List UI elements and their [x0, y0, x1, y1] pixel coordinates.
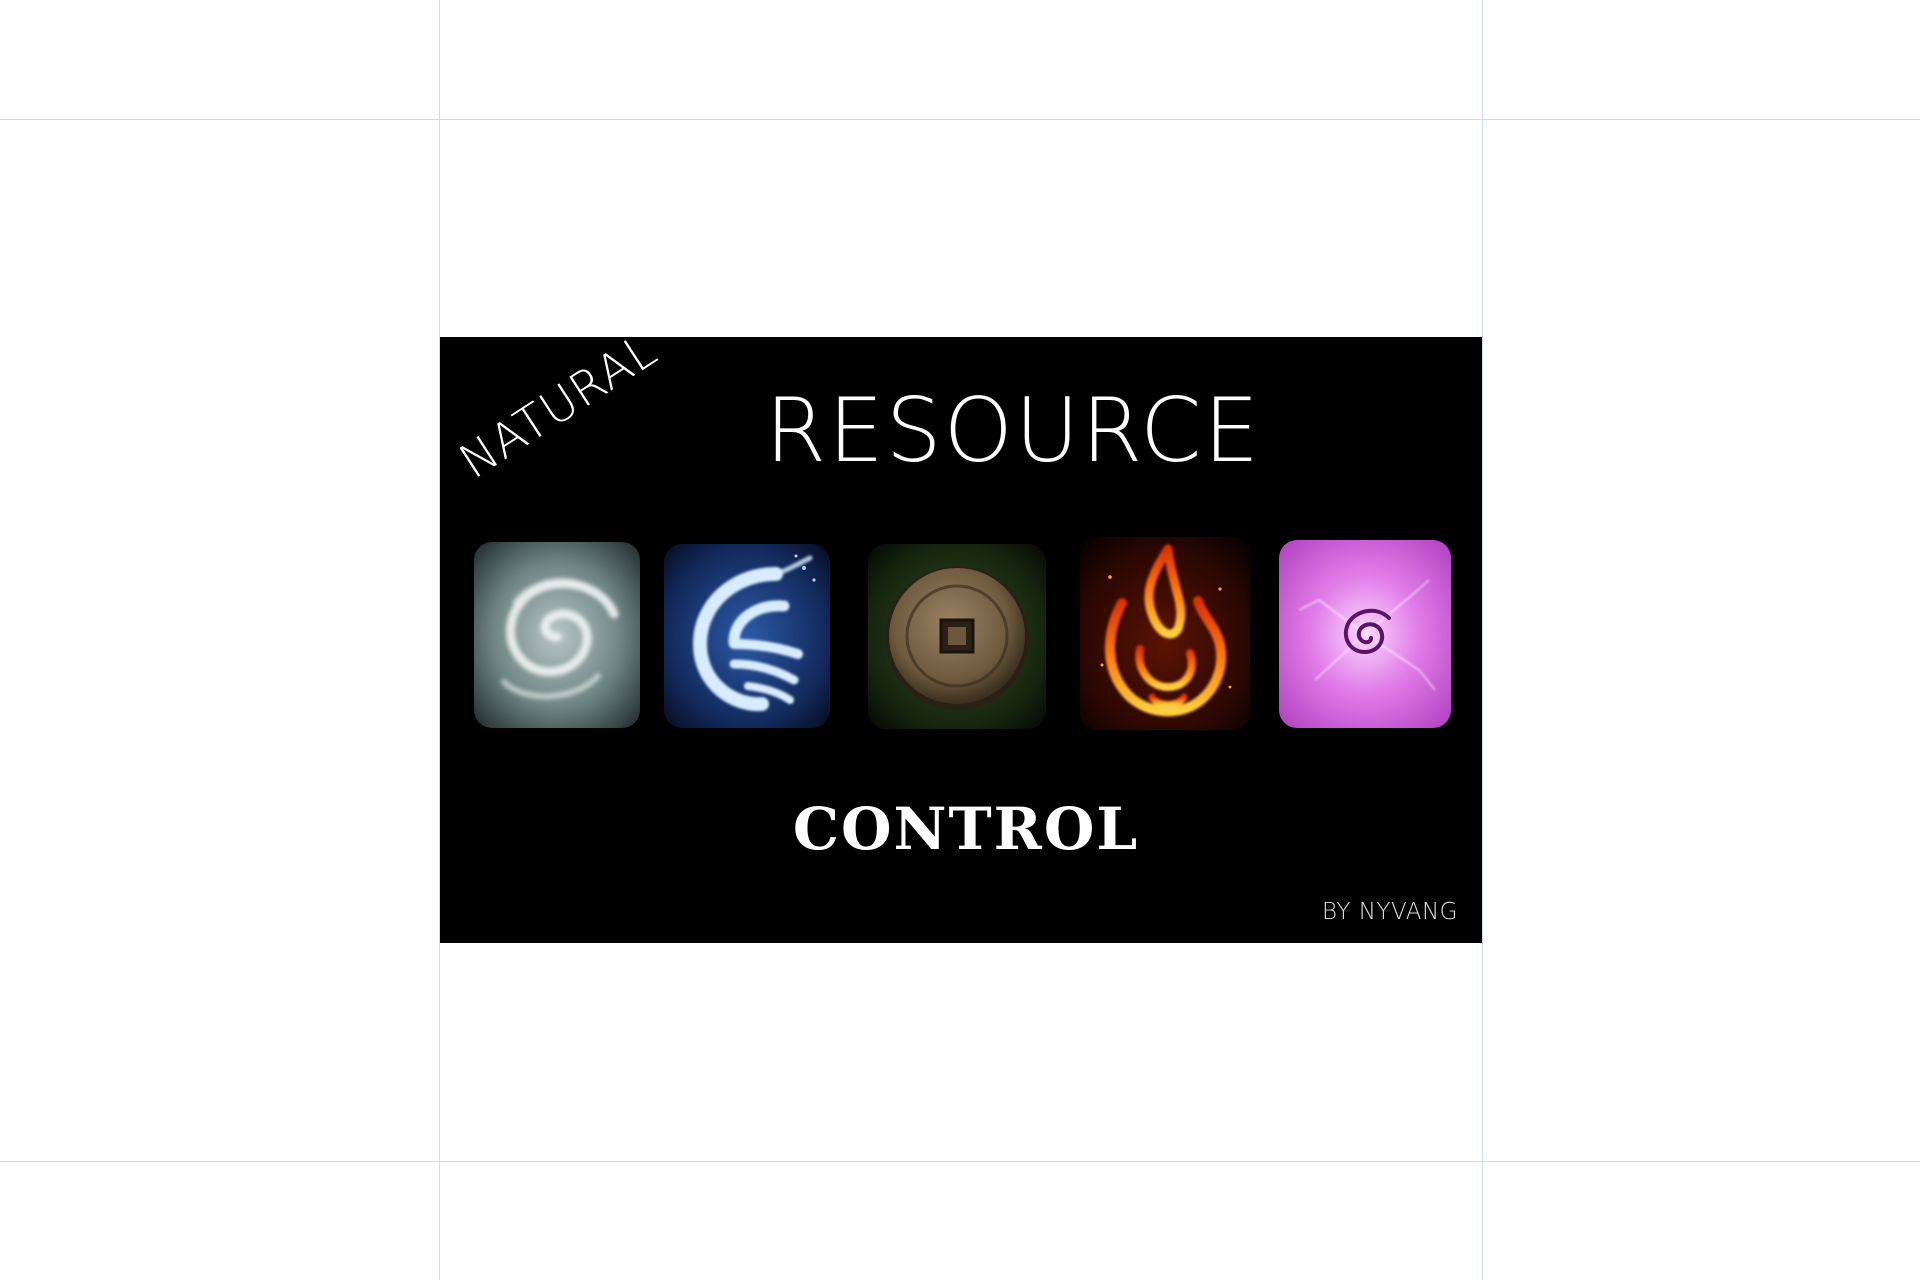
guide-line-right [1482, 0, 1483, 1280]
guide-line-top [0, 119, 1920, 120]
spirit-tile [1279, 540, 1451, 728]
title-word-control: CONTROL [792, 795, 1140, 863]
water-tile [664, 544, 830, 728]
earth-tile [868, 544, 1046, 729]
air-tile [474, 542, 640, 728]
water-wave-icon [664, 544, 830, 728]
fire-flame-icon [1080, 537, 1250, 730]
spirit-spiral-icon [1279, 540, 1451, 728]
canvas-page: NATURAL RESOURCE CONTROL BY NYVANG [0, 0, 1920, 1280]
author-credit: BY NYVANG [1322, 899, 1458, 925]
guide-line-bottom [0, 1161, 1920, 1162]
air-swirl-icon [474, 542, 640, 728]
earth-coin-icon [868, 544, 1046, 729]
poster-slide[interactable]: NATURAL RESOURCE CONTROL BY NYVANG [440, 337, 1482, 943]
fire-tile [1080, 537, 1250, 730]
